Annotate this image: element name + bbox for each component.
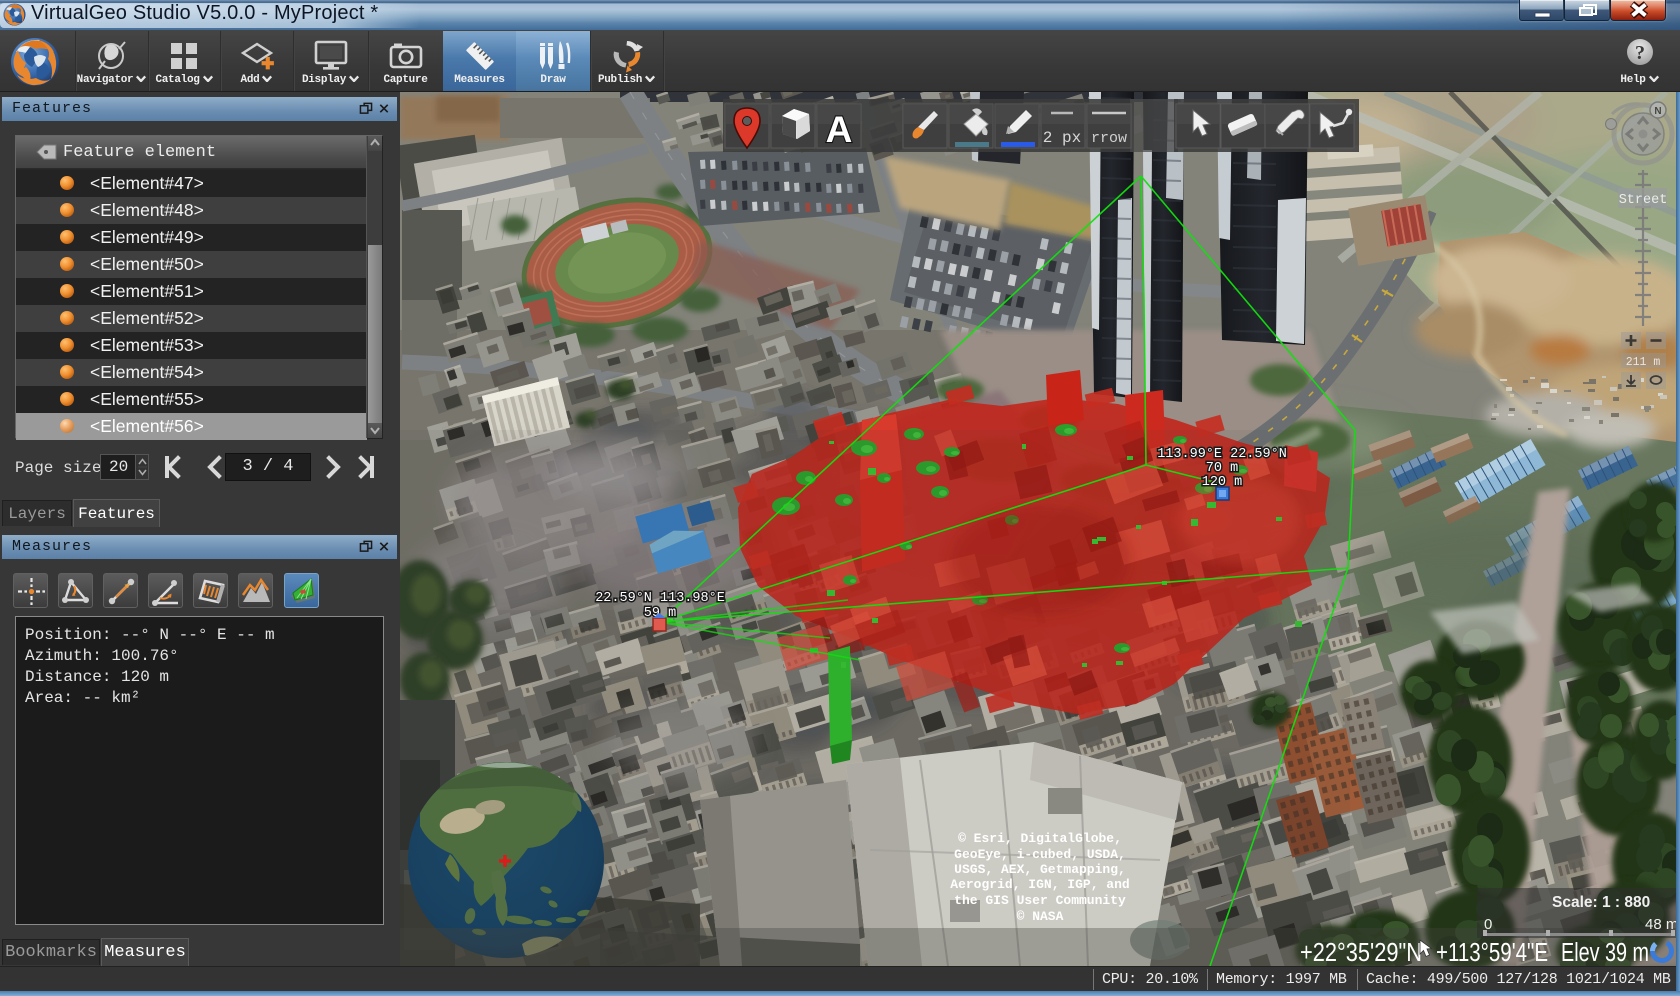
svg-text:© NASA: © NASA [1017, 909, 1064, 924]
svg-text:211 m: 211 m [1626, 356, 1661, 369]
svg-text:2 px: 2 px [1043, 129, 1081, 147]
svg-text:Elev 39 m: Elev 39 m [1561, 939, 1649, 966]
svg-text:N: N [1654, 106, 1661, 117]
svg-text:Aerogrid, IGN, IGP, and: Aerogrid, IGN, IGP, and [950, 877, 1129, 892]
svg-text:Scale: 1 : 880: Scale: 1 : 880 [1552, 894, 1650, 911]
svg-text:A: A [826, 109, 853, 150]
svg-text:Street: Street [1619, 193, 1668, 208]
svg-text:rrow: rrow [1091, 130, 1127, 147]
svg-text:22.59°N 113.98°E: 22.59°N 113.98°E [595, 591, 725, 606]
svg-text:the GIS User Community: the GIS User Community [954, 893, 1126, 908]
svg-text:113.99°E 22.59°N: 113.99°E 22.59°N [1157, 447, 1287, 462]
svg-text:+113°59'4"E: +113°59'4"E [1436, 939, 1548, 966]
svg-text:GeoEye, i-cubed, USDA,: GeoEye, i-cubed, USDA, [954, 847, 1126, 862]
svg-text:USGS, AEX, Getmapping,: USGS, AEX, Getmapping, [954, 862, 1126, 877]
svg-text:?: ? [1635, 42, 1645, 64]
svg-text:70 m: 70 m [1206, 461, 1238, 476]
svg-text:© Esri, DigitalGlobe,: © Esri, DigitalGlobe, [958, 831, 1122, 846]
svg-text:+22°35'29"N: +22°35'29"N [1300, 939, 1422, 966]
